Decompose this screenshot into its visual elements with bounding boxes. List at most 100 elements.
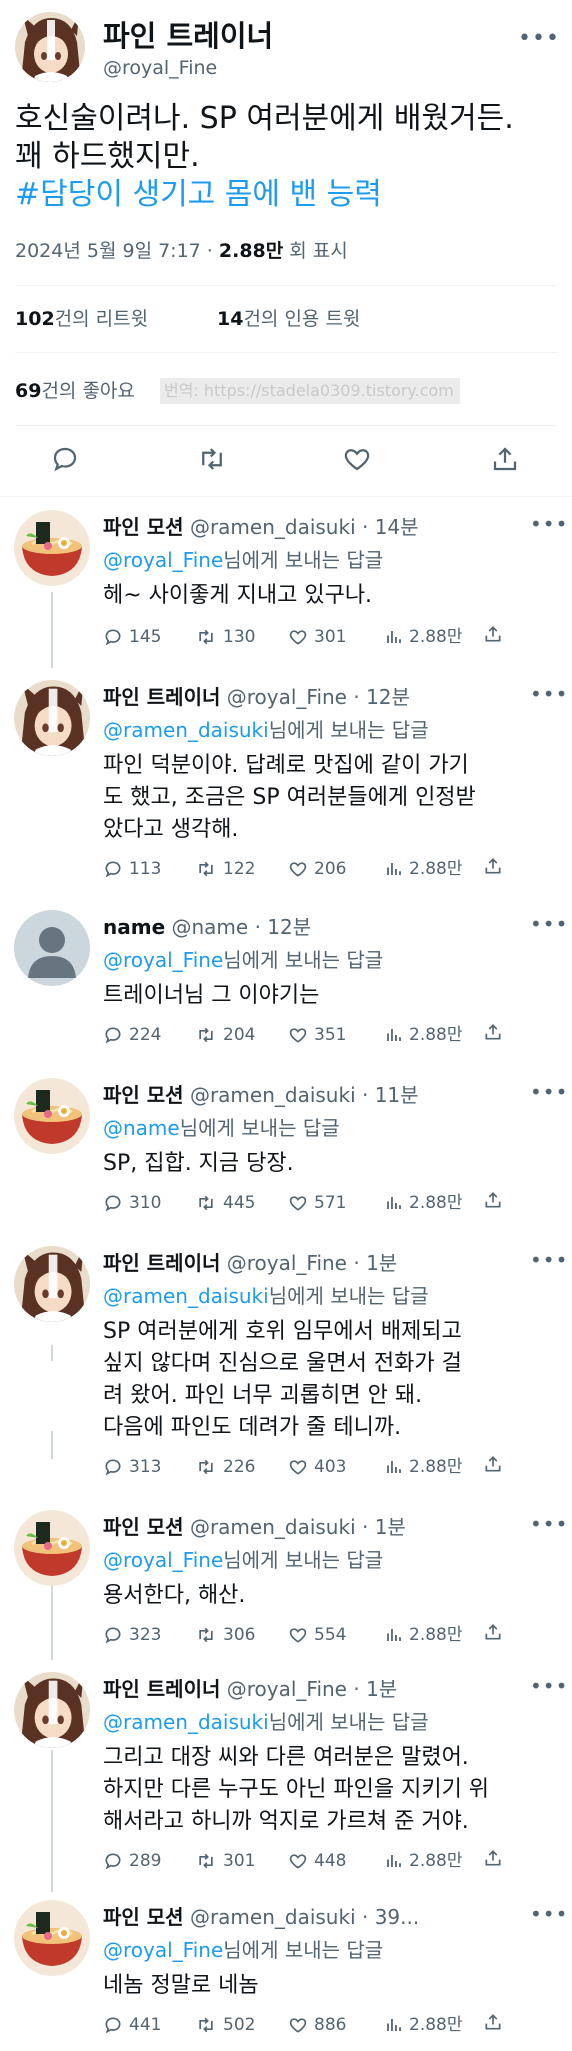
reply-handle[interactable]: @royal_Fine: [227, 1677, 347, 1701]
more-options-icon[interactable]: •••: [530, 512, 568, 536]
reply-tweet[interactable]: 파인 모션 @ramen_daisuki · 1분 ••• @royal_Fin…: [0, 1500, 572, 1666]
share-icon[interactable]: [490, 444, 522, 476]
reply-time[interactable]: · 12분: [347, 685, 410, 709]
share-button[interactable]: [483, 1190, 509, 1210]
like-button[interactable]: 554: [288, 1622, 346, 1648]
views-button[interactable]: 2.88만: [385, 2012, 463, 2038]
reply-tweet[interactable]: 파인 트레이너 @royal_Fine · 12분 ••• @ramen_dai…: [0, 670, 572, 900]
trainer-avatar[interactable]: [14, 1246, 90, 1322]
reply-display-name[interactable]: 파인 모션: [103, 515, 184, 539]
quotes-stat[interactable]: 14건의 인용 트윗: [217, 306, 360, 332]
reply-to-handle[interactable]: @royal_Fine: [103, 1548, 223, 1572]
like-button[interactable]: 206: [288, 856, 346, 882]
reply-handle[interactable]: @name: [172, 915, 249, 939]
retweet-icon[interactable]: [196, 444, 228, 476]
reply-handle[interactable]: @ramen_daisuki: [190, 1515, 356, 1539]
like-button[interactable]: 351: [288, 1022, 346, 1048]
display-name[interactable]: 파인 트레이너: [103, 20, 273, 52]
reply-to-handle[interactable]: @royal_Fine: [103, 948, 223, 972]
share-button[interactable]: [483, 1454, 509, 1474]
reply-display-name[interactable]: 파인 모션: [103, 1083, 184, 1107]
reply-display-name[interactable]: 파인 트레이너: [103, 685, 220, 709]
reply-display-name[interactable]: 파인 트레이너: [103, 1677, 220, 1701]
reply-display-name[interactable]: 파인 모션: [103, 1905, 184, 1929]
more-options-icon[interactable]: •••: [530, 1080, 568, 1104]
reply-to-handle[interactable]: @name: [103, 1116, 180, 1140]
retweet-button[interactable]: 204: [195, 1022, 255, 1048]
reply-button[interactable]: 310: [103, 1190, 161, 1216]
views-button[interactable]: 2.88만: [385, 1454, 463, 1480]
reply-to-handle[interactable]: @ramen_daisuki: [103, 718, 269, 742]
reply-tweet[interactable]: name @name · 12분 ••• @royal_Fine님에게 보내는 …: [0, 900, 572, 1066]
views-button[interactable]: 2.88만: [385, 1622, 463, 1648]
more-options-icon[interactable]: •••: [530, 1248, 568, 1272]
views-button[interactable]: 2.88만: [385, 624, 463, 650]
retweet-button[interactable]: 306: [195, 1622, 255, 1648]
like-button[interactable]: 571: [288, 1190, 346, 1216]
reply-tweet[interactable]: 파인 트레이너 @royal_Fine · 1분 ••• @ramen_dais…: [0, 1662, 572, 1890]
tweet-date[interactable]: 2024년 5월 9일 7:17 ·: [15, 240, 219, 262]
reply-handle[interactable]: @royal_Fine: [227, 1251, 347, 1275]
reply-button[interactable]: 441: [103, 2012, 161, 2038]
reply-button[interactable]: 224: [103, 1022, 161, 1048]
reply-display-name[interactable]: 파인 모션: [103, 1515, 184, 1539]
like-button[interactable]: 301: [288, 624, 346, 650]
trainer-avatar[interactable]: [14, 680, 90, 756]
trainer-avatar[interactable]: [14, 1672, 90, 1748]
views-button[interactable]: 2.88만: [385, 1190, 463, 1216]
reply-time[interactable]: · 11분: [356, 1083, 419, 1107]
share-button[interactable]: [483, 624, 509, 644]
retweet-button[interactable]: 226: [195, 1454, 255, 1480]
views-button[interactable]: 2.88만: [385, 1022, 463, 1048]
more-options-icon[interactable]: •••: [518, 26, 560, 51]
reply-time[interactable]: · 1분: [356, 1515, 406, 1539]
like-button[interactable]: 448: [288, 1848, 346, 1874]
reply-time[interactable]: · 1분: [347, 1251, 397, 1275]
reply-tweet[interactable]: 파인 모션 @ramen_daisuki · 39... ••• @royal_…: [0, 1890, 572, 2051]
reply-button[interactable]: 323: [103, 1622, 161, 1648]
share-button[interactable]: [483, 1022, 509, 1042]
share-button[interactable]: [483, 1622, 509, 1642]
reply-to-handle[interactable]: @royal_Fine: [103, 548, 223, 572]
like-button[interactable]: 403: [288, 1454, 346, 1480]
like-button[interactable]: 886: [288, 2012, 346, 2038]
likes-stat[interactable]: 69건의 좋아요: [15, 378, 135, 404]
retweet-button[interactable]: 122: [195, 856, 255, 882]
retweet-button[interactable]: 301: [195, 1848, 255, 1874]
more-options-icon[interactable]: •••: [530, 912, 568, 936]
reply-to-handle[interactable]: @ramen_daisuki: [103, 1710, 269, 1734]
reply-handle[interactable]: @ramen_daisuki: [190, 1083, 356, 1107]
share-button[interactable]: [483, 2012, 509, 2032]
reply-button[interactable]: 145: [103, 624, 161, 650]
retweet-button[interactable]: 130: [195, 624, 255, 650]
trainer-avatar[interactable]: [15, 12, 85, 82]
more-options-icon[interactable]: •••: [530, 1902, 568, 1926]
handle[interactable]: @royal_Fine: [103, 56, 217, 80]
reply-display-name[interactable]: name: [103, 915, 165, 939]
reply-time[interactable]: · 1분: [347, 1677, 397, 1701]
default-avatar[interactable]: [14, 910, 90, 986]
reply-handle[interactable]: @royal_Fine: [227, 685, 347, 709]
reply-tweet[interactable]: 파인 모션 @ramen_daisuki · 11분 ••• @name님에게 …: [0, 1068, 572, 1234]
ramen-avatar[interactable]: [14, 1900, 90, 1976]
reply-handle[interactable]: @ramen_daisuki: [190, 1905, 356, 1929]
views-button[interactable]: 2.88만: [385, 856, 463, 882]
like-icon[interactable]: [342, 444, 374, 476]
retweet-button[interactable]: 445: [195, 1190, 255, 1216]
reply-tweet[interactable]: 파인 트레이너 @royal_Fine · 1분 ••• @ramen_dais…: [0, 1236, 572, 1496]
views-button[interactable]: 2.88만: [385, 1848, 463, 1874]
reply-tweet[interactable]: 파인 모션 @ramen_daisuki · 14분 ••• @royal_Fi…: [0, 500, 572, 666]
ramen-avatar[interactable]: [14, 1078, 90, 1154]
reply-button[interactable]: 289: [103, 1848, 161, 1874]
more-options-icon[interactable]: •••: [530, 1512, 568, 1536]
hashtag-link[interactable]: #담당이 생기고 몸에 밴 능력: [15, 176, 382, 214]
share-button[interactable]: [483, 856, 509, 876]
retweet-button[interactable]: 502: [195, 2012, 255, 2038]
more-options-icon[interactable]: •••: [530, 682, 568, 706]
reply-time[interactable]: · 12분: [248, 915, 312, 939]
reply-button[interactable]: 113: [103, 856, 161, 882]
retweets-stat[interactable]: 102건의 리트윗: [15, 306, 148, 332]
reply-time[interactable]: · 14분: [356, 515, 419, 539]
reply-time[interactable]: · 39...: [356, 1905, 419, 1929]
reply-to-handle[interactable]: @royal_Fine: [103, 1938, 223, 1962]
